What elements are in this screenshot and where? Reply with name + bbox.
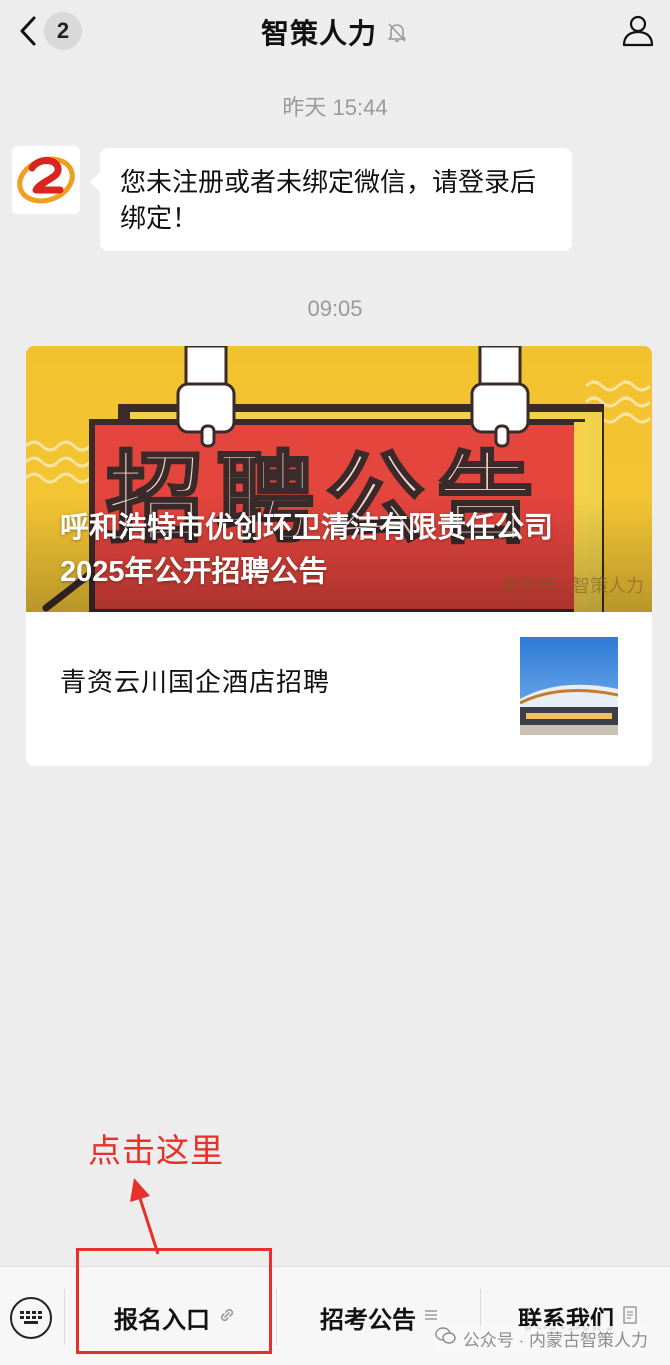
- message-timestamp: 09:05: [307, 296, 363, 321]
- article-cover-title[interactable]: 呼和浩特市优创环卫清洁有限责任公司 2025年公开招聘公告: [60, 506, 630, 594]
- source-watermark: 公众号 · 内蒙古智策人力: [434, 1326, 648, 1351]
- message-text: 您未注册或者未绑定微信，请登录后绑定！: [120, 167, 537, 233]
- pointing-hand-left-icon: [176, 346, 236, 448]
- annotation-text: 点击这里: [88, 1132, 224, 1169]
- article-thumbnail: [520, 637, 618, 735]
- article-card[interactable]: 招聘公告 呼和浩特市优创环: [26, 346, 652, 766]
- article-sub-title: 青资云川国企酒店招聘: [60, 667, 331, 697]
- chat-title: 智策人力: [260, 18, 377, 49]
- menu-divider: [64, 1289, 65, 1345]
- pointing-hand-right-icon: [470, 346, 530, 448]
- chat-title-wrap: 智策人力: [0, 12, 670, 52]
- logo-icon: [12, 146, 80, 214]
- menu-item-label: 招考公告: [320, 1306, 416, 1334]
- message-timestamp: 昨天 15:44: [282, 95, 388, 120]
- menu-item-label: 报名入口: [114, 1306, 210, 1334]
- watermark-text: 公众号 · 内蒙古智策人力: [462, 1331, 648, 1350]
- profile-icon[interactable]: [620, 12, 656, 48]
- cover-title-line-2: 2025年公开招聘公告: [60, 556, 328, 588]
- message-bubble[interactable]: 您未注册或者未绑定微信，请登录后绑定！: [90, 148, 572, 251]
- menu-item-register-entry[interactable]: 报名入口: [80, 1293, 270, 1341]
- account-avatar[interactable]: [12, 146, 80, 214]
- chat-header: 2 智策人力: [0, 0, 670, 64]
- keyboard-toggle-icon[interactable]: [10, 1297, 52, 1339]
- article-cover-image[interactable]: 招聘公告 呼和浩特市优创环: [26, 346, 652, 612]
- cover-title-line-1: 呼和浩特市优创环卫清洁有限责任公司: [60, 512, 554, 544]
- link-icon: [218, 1306, 236, 1329]
- mute-bell-icon: [385, 20, 409, 44]
- list-icon: [424, 1308, 438, 1327]
- annotation-arrow-icon: [130, 1178, 160, 1255]
- wechat-logo-icon: [435, 1327, 457, 1350]
- menu-divider: [276, 1289, 277, 1345]
- article-sub-item[interactable]: 青资云川国企酒店招聘: [26, 612, 652, 766]
